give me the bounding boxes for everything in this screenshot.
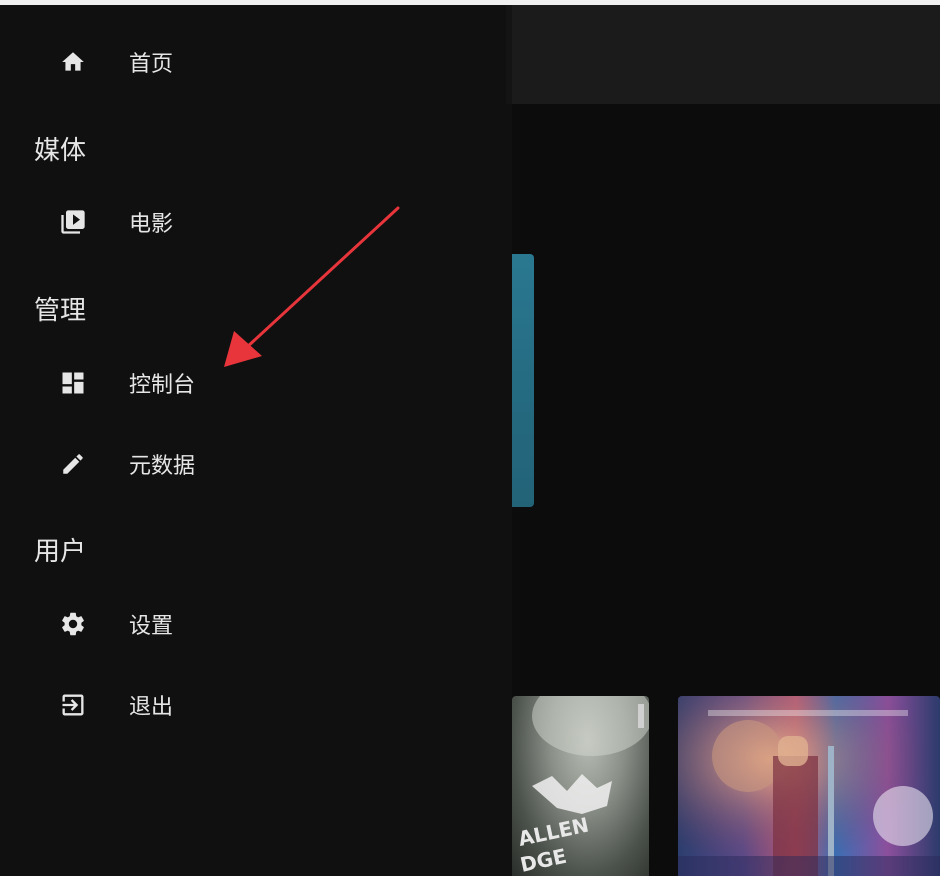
- annotation-arrow: [224, 206, 400, 367]
